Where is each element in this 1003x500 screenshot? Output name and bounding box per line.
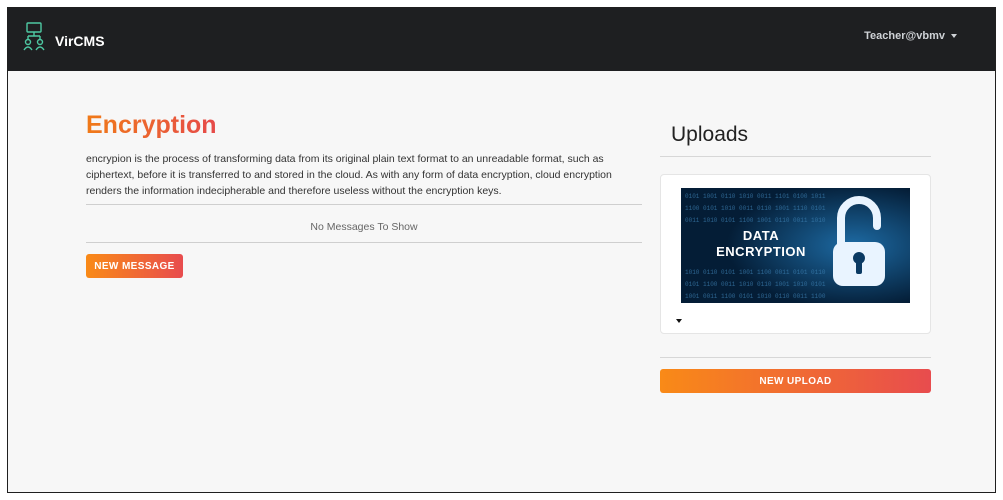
brand-name[interactable]: VirCMS — [55, 33, 105, 49]
page-title: Encryption — [86, 111, 217, 139]
app-window: VirCMS Teacher@vbmv Encryption encrypion… — [7, 7, 996, 493]
svg-text:0101 1001 0110 1010 0011 1101: 0101 1001 0110 1010 0011 1101 0100 1011 — [685, 193, 826, 200]
svg-text:0101 1100 0011 1010 0110 1001: 0101 1100 0011 1010 0110 1001 1010 0101 — [685, 281, 826, 288]
divider — [660, 357, 931, 358]
empty-messages-text: No Messages To Show — [310, 221, 418, 233]
caret-down-icon[interactable] — [951, 34, 957, 39]
divider — [86, 242, 642, 243]
uploads-title: Uploads — [671, 123, 749, 146]
thumbnail-caption: DATA ENCRYPTION — [701, 228, 821, 260]
caret-down-icon[interactable] — [676, 319, 682, 323]
svg-text:0011 1010 0101 1100 1001 0110: 0011 1010 0101 1100 1001 0110 0011 1010 — [685, 217, 826, 224]
user-name[interactable]: Teacher@vbmv — [864, 30, 945, 42]
thumbnail-caption-line1: DATA — [742, 228, 780, 243]
divider — [86, 204, 642, 205]
new-upload-button[interactable]: NEW UPLOAD — [660, 369, 931, 393]
main-content: Encryption encrypion is the process of t… — [8, 71, 995, 492]
svg-text:1100 0101 1010 0011 0110 1001: 1100 0101 1010 0011 0110 1001 1110 0101 — [685, 205, 826, 212]
navbar: VirCMS Teacher@vbmv — [8, 8, 995, 71]
svg-text:1001 0011 1100 0101 1010 0110: 1001 0011 1100 0101 1010 0110 0011 1100 — [685, 293, 826, 300]
page-description: encrypion is the process of transforming… — [86, 153, 612, 197]
new-message-button[interactable]: NEW MESSAGE — [86, 254, 183, 278]
thumbnail-caption-line2: ENCRYPTION — [716, 244, 806, 259]
network-users-icon[interactable] — [22, 22, 46, 52]
upload-card: 0101 1001 0110 1010 0011 1101 0100 1011 … — [660, 174, 931, 334]
user-menu[interactable]: Teacher@vbmv — [864, 30, 957, 42]
padlock-icon — [833, 196, 885, 286]
svg-text:1010 0110 0101 1001 1100 0011: 1010 0110 0101 1001 1100 0011 0101 0110 — [685, 269, 826, 276]
divider — [660, 156, 931, 157]
upload-thumbnail[interactable]: 0101 1001 0110 1010 0011 1101 0100 1011 … — [681, 188, 910, 303]
